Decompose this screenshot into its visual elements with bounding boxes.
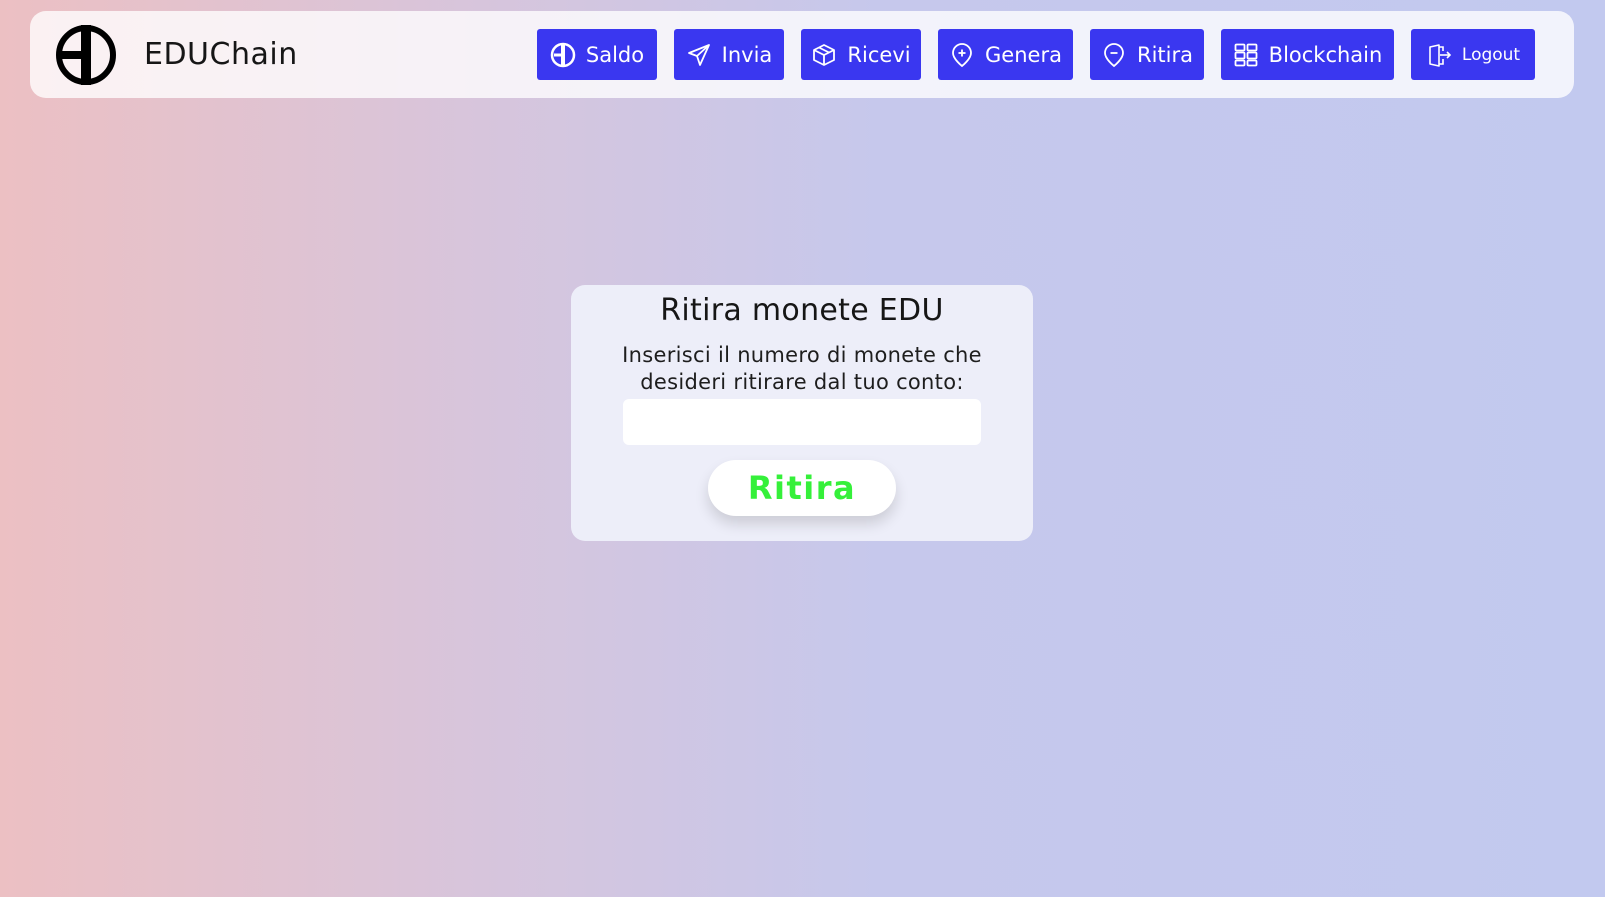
nav-invia-label: Invia <box>721 42 773 67</box>
grid-icon <box>1233 42 1259 68</box>
shield-plus-icon <box>949 42 975 68</box>
box-icon <box>811 42 837 68</box>
nav-ricevi-label: Ricevi <box>847 42 911 67</box>
nav-logout-label: Logout <box>1461 44 1521 65</box>
nav-blockchain-button[interactable]: Blockchain <box>1221 29 1394 80</box>
withdraw-card: Ritira monete EDU Inserisci il numero di… <box>571 285 1033 541</box>
nav-ritira-label: Ritira <box>1137 42 1193 67</box>
nav-blockchain-label: Blockchain <box>1268 42 1383 67</box>
nav-saldo-label: Saldo <box>585 42 645 67</box>
shield-minus-icon <box>1101 42 1127 68</box>
nav-genera-label: Genera <box>985 42 1062 67</box>
nav-invia-button[interactable]: Invia <box>674 29 784 80</box>
educhain-logo-icon[interactable] <box>54 23 118 87</box>
logout-icon <box>1426 42 1452 68</box>
coin-icon <box>550 42 576 68</box>
send-icon <box>686 42 712 68</box>
withdraw-submit-button[interactable]: Ritira <box>708 460 896 516</box>
nav-genera-button[interactable]: Genera <box>938 29 1073 80</box>
withdraw-title: Ritira monete EDU <box>660 293 944 328</box>
nav-logout-button[interactable]: Logout <box>1411 29 1535 80</box>
withdraw-amount-input[interactable] <box>623 399 981 445</box>
withdraw-description: Inserisci il numero di monete che deside… <box>622 343 982 394</box>
top-navbar: EDUChain Saldo Invia Ricevi Genera Ritir… <box>30 11 1574 98</box>
nav-ritira-button[interactable]: Ritira <box>1090 29 1204 80</box>
brand-name[interactable]: EDUChain <box>144 11 298 98</box>
nav-saldo-button[interactable]: Saldo <box>537 29 657 80</box>
nav-ricevi-button[interactable]: Ricevi <box>801 29 921 80</box>
